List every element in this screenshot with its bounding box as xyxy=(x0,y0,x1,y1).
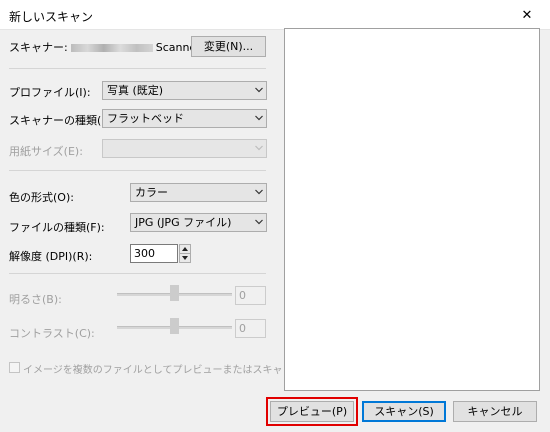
preview-area xyxy=(284,28,540,391)
chevron-down-icon xyxy=(255,145,263,151)
color-format-label: 色の形式(O): xyxy=(9,191,74,204)
chevron-down-icon xyxy=(255,115,263,121)
separator-1 xyxy=(9,68,266,69)
separator-2 xyxy=(9,170,266,171)
resolution-input[interactable]: 300 xyxy=(130,244,178,263)
contrast-label: コントラスト(C): xyxy=(9,327,95,340)
resolution-spinner[interactable] xyxy=(179,244,191,263)
paper-size-select xyxy=(102,139,267,158)
file-type-label: ファイルの種類(F): xyxy=(9,221,105,234)
contrast-slider-thumb xyxy=(170,318,179,334)
title-bar: 新しいスキャン ✕ xyxy=(0,0,550,30)
window-title: 新しいスキャン xyxy=(9,10,94,24)
file-type-value: JPG (JPG ファイル) xyxy=(135,216,232,229)
source-value: フラットベッド xyxy=(107,112,184,125)
multi-file-checkbox xyxy=(9,362,20,373)
close-button[interactable]: ✕ xyxy=(504,0,550,30)
brightness-value: 0 xyxy=(235,286,266,305)
brightness-label: 明るさ(B): xyxy=(9,293,62,306)
profile-value: 写真 (既定) xyxy=(107,84,164,97)
resolution-label: 解像度 (DPI)(R): xyxy=(9,250,93,263)
profile-label: プロファイル(I): xyxy=(9,86,91,99)
source-select[interactable]: フラットベッド xyxy=(102,109,267,128)
scan-button[interactable]: スキャン(S) xyxy=(362,401,446,422)
chevron-down-icon xyxy=(255,87,263,93)
separator-3 xyxy=(9,273,266,274)
color-format-select[interactable]: カラー xyxy=(130,183,267,202)
multi-file-checkbox-label: イメージを複数のファイルとしてプレビューまたはスキャンする(T) xyxy=(23,365,327,376)
color-format-value: カラー xyxy=(135,186,168,199)
paper-size-label: 用紙サイズ(E): xyxy=(9,145,83,158)
scanner-label-text: スキャナー: xyxy=(9,41,68,54)
chevron-down-icon xyxy=(255,219,263,225)
chevron-down-icon xyxy=(255,189,263,195)
contrast-value: 0 xyxy=(235,319,266,338)
preview-button[interactable]: プレビュー(P) xyxy=(270,401,354,422)
close-icon: ✕ xyxy=(521,7,533,23)
file-type-select[interactable]: JPG (JPG ファイル) xyxy=(130,213,267,232)
brightness-slider-thumb xyxy=(170,285,179,301)
scanner-name-redacted xyxy=(70,44,153,52)
scanner-label: スキャナー: Scanner xyxy=(9,39,201,55)
change-scanner-button[interactable]: 変更(N)... xyxy=(191,36,266,57)
profile-select[interactable]: 写真 (既定) xyxy=(102,81,267,100)
cancel-button[interactable]: キャンセル xyxy=(453,401,537,422)
